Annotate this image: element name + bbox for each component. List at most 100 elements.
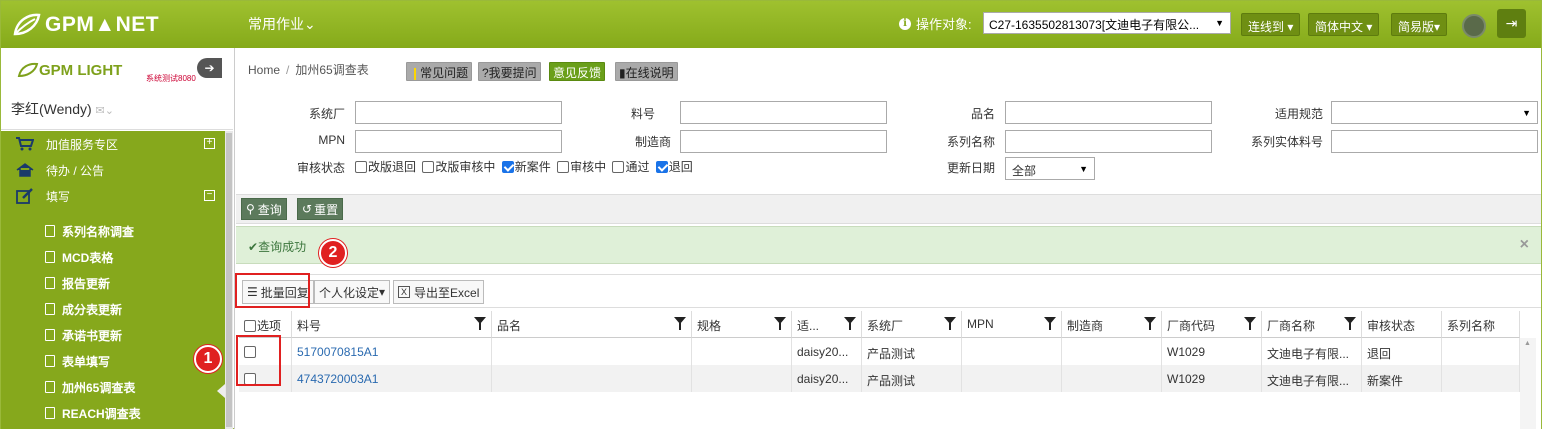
ask-question-button[interactable]: ?我要提问 — [478, 62, 541, 81]
checkbox[interactable] — [355, 161, 367, 173]
status-option-passed[interactable]: 通过 — [612, 160, 649, 174]
sidebar-item-label: MCD表格 — [62, 250, 114, 265]
supplier-input[interactable] — [355, 101, 562, 124]
user-name[interactable]: 李红(Wendy) ✉⌄ — [11, 99, 114, 119]
export-excel-button[interactable]: X 导出至Excel — [393, 280, 485, 304]
checkbox-checked[interactable] — [501, 161, 514, 173]
part-no-link[interactable]: 5170070815A1 — [292, 338, 492, 365]
series-part-label: 系列实体料号 — [1250, 135, 1323, 149]
manufacturer-input[interactable] — [680, 130, 887, 153]
language-button[interactable]: 简体中文 ▾ — [1308, 13, 1380, 36]
success-text: 查询成功 — [258, 240, 307, 254]
scroll-up-icon[interactable]: ▲ — [1524, 340, 1531, 347]
globe-icon[interactable] — [1462, 14, 1486, 38]
sidebar-item-commitment-update[interactable]: 承诺书更新 — [45, 322, 122, 348]
filter-icon[interactable] — [944, 317, 956, 330]
sidebar-item-ca65-survey[interactable]: 加州65调查表 — [45, 374, 135, 400]
sidebar-item-report-update[interactable]: 报告更新 — [45, 270, 110, 296]
version-button[interactable]: 简易版▾ — [1391, 13, 1448, 36]
caret-down-icon: ▼ — [1079, 164, 1088, 174]
nav-fill-in[interactable]: 填写 − — [1, 183, 223, 209]
checkbox[interactable] — [422, 161, 435, 173]
logout-button[interactable]: ⇥ — [1497, 9, 1526, 38]
select-all-checkbox[interactable] — [244, 320, 256, 332]
status-option-revision-reviewing[interactable]: 改版审核中 — [422, 160, 495, 174]
collapse-sidebar-button[interactable]: ➔ — [197, 58, 222, 78]
header-manufacturer[interactable]: 制造商 — [1062, 311, 1162, 338]
header-part-no[interactable]: 料号 — [292, 311, 492, 338]
spec-select[interactable]: ▼ — [1331, 101, 1538, 124]
update-date-select[interactable]: 全部 ▼ — [1005, 157, 1095, 180]
operation-target-select[interactable]: C27-1635502813073[文迪电子有限公... ▼ — [983, 12, 1231, 34]
personal-settings-label: 个人化设定 — [319, 285, 380, 300]
product-name-input[interactable] — [1005, 101, 1212, 124]
connect-to-button[interactable]: 连线到 ▾ — [1241, 13, 1301, 36]
header-series-name[interactable]: 系列名称 — [1442, 311, 1520, 338]
nav-todo-announcements[interactable]: 待办 / 公告 — [1, 157, 223, 183]
checkbox[interactable] — [557, 161, 570, 173]
sidebar-item-composition-update[interactable]: 成分表更新 — [45, 296, 122, 322]
review-status-options: 改版退回 改版审核中 新案件 审核中 通过 退回 — [355, 158, 696, 175]
collapse-icon[interactable]: − — [204, 190, 215, 201]
sidebar-item-reach-survey[interactable]: REACH调查表 — [45, 400, 141, 426]
status-option-label: 改版退回 — [368, 160, 417, 174]
filter-icon[interactable] — [1044, 317, 1056, 330]
close-icon[interactable]: × — [1520, 236, 1529, 254]
header-spec[interactable]: 规格 — [692, 311, 792, 338]
filter-icon[interactable] — [774, 317, 786, 330]
mpn-label: MPN — [318, 133, 345, 147]
status-option-reviewing[interactable]: 审核中 — [557, 160, 606, 174]
personal-settings-button[interactable]: 个人化设定 ▾ — [314, 280, 391, 304]
reset-button[interactable]: ↺ 重置 — [297, 198, 344, 220]
faq-button[interactable]: ❙常见问题 — [406, 62, 473, 81]
header-product-name[interactable]: 品名 — [492, 311, 692, 338]
sidebar-item-series-survey[interactable]: 系列名称调查 — [45, 218, 134, 244]
filter-icon[interactable] — [474, 317, 486, 330]
sidebar-item-mcd-form[interactable]: MCD表格 — [45, 244, 113, 270]
status-option-new-case[interactable]: 新案件 — [501, 160, 551, 174]
filter-icon[interactable] — [674, 317, 686, 330]
filter-icon[interactable] — [1144, 317, 1156, 330]
header-vendor-name[interactable]: 厂商名称 — [1262, 311, 1362, 338]
filter-icon[interactable] — [1344, 317, 1356, 330]
gpm-logo[interactable]: GPM▲NET — [11, 9, 159, 41]
online-help-button[interactable]: ▮在线说明 — [615, 62, 678, 81]
caret-down-icon: ▾ — [1287, 20, 1294, 34]
part-no-link[interactable]: 4743720003A1 — [292, 365, 492, 392]
header-supplier[interactable]: 系统厂 — [862, 311, 962, 338]
sidebar-item-form-fill[interactable]: 表单填写 — [45, 348, 110, 374]
review-status-label: 审核状态 — [296, 161, 345, 175]
breadcrumb-home[interactable]: Home — [248, 63, 280, 77]
header-vendor-code[interactable]: 厂商代码 — [1162, 311, 1262, 338]
header-review-status[interactable]: 审核状态 — [1362, 311, 1442, 338]
header-mpn[interactable]: MPN — [962, 311, 1062, 338]
filter-icon[interactable] — [1244, 317, 1256, 330]
grid-scrollbar[interactable]: ▲ — [1520, 338, 1536, 429]
header-label: 品名 — [497, 319, 522, 333]
sidebar-item-label: 报告更新 — [62, 276, 111, 291]
header-applicable[interactable]: 适... — [792, 311, 862, 338]
mpn-input[interactable] — [355, 130, 562, 153]
query-button-bar: ⚲ 查询 ↺ 重置 — [236, 194, 1541, 224]
select-all-header[interactable]: 选项 — [239, 311, 292, 338]
status-option-returned[interactable]: 退回 — [655, 160, 693, 174]
feedback-button[interactable]: 意见反馈 — [549, 62, 606, 81]
cell-vendor-name: 文迪电子有限... — [1262, 365, 1362, 392]
query-button[interactable]: ⚲ 查询 — [241, 198, 287, 220]
nav-value-added-services[interactable]: 加值服务专区 + — [1, 131, 223, 157]
status-option-revision-returned[interactable]: 改版退回 — [355, 160, 416, 174]
checkbox-checked[interactable] — [655, 161, 668, 173]
cell-manufacturer — [1062, 338, 1162, 365]
caret-down-icon: ▾ — [1366, 20, 1373, 34]
feedback-label: 意见反馈 — [553, 66, 602, 80]
checkbox[interactable] — [612, 161, 625, 173]
expand-icon[interactable]: + — [204, 138, 215, 149]
series-part-input[interactable] — [1331, 130, 1538, 153]
sidebar-scrollbar-thumb[interactable] — [226, 133, 232, 427]
common-tasks-menu[interactable]: 常用作业⌄ — [248, 14, 316, 34]
filter-icon[interactable] — [844, 317, 856, 330]
series-name-input[interactable] — [1005, 130, 1212, 153]
cell-review-status: 新案件 — [1362, 365, 1442, 392]
cell-mpn — [962, 365, 1062, 392]
part-no-input[interactable] — [680, 101, 887, 124]
